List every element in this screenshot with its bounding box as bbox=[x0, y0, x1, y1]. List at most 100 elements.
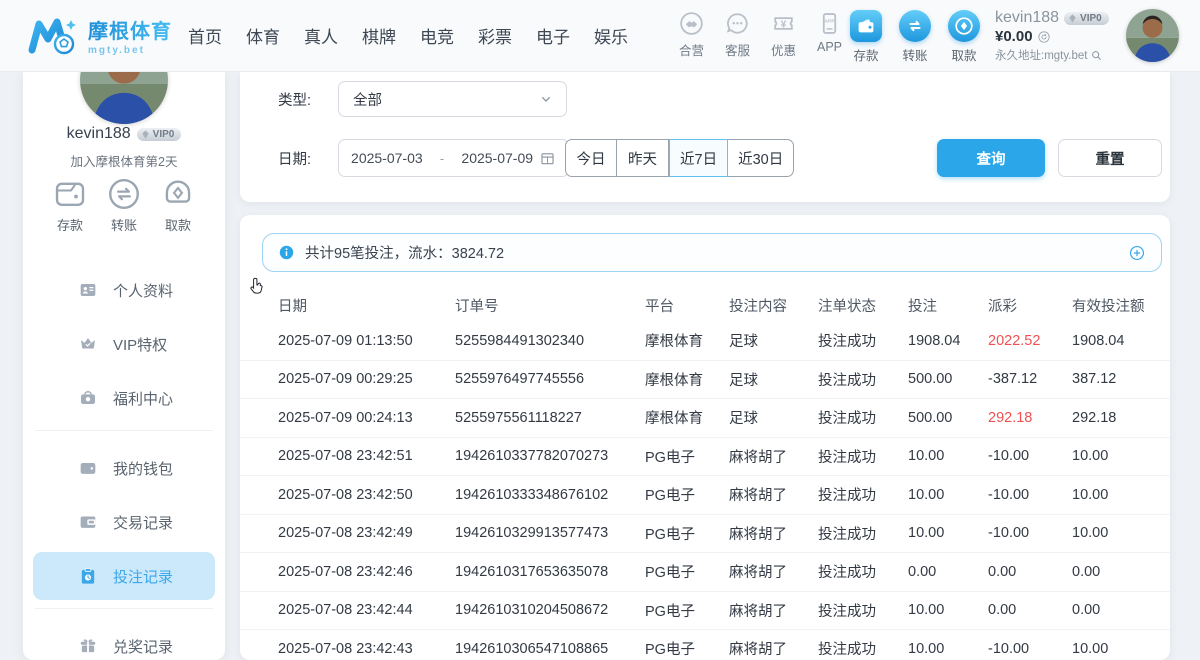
info-icon bbox=[278, 244, 295, 261]
column-header: 派彩 bbox=[988, 295, 1072, 316]
expand-plus-icon[interactable] bbox=[1128, 244, 1146, 262]
sidebar-item-profile[interactable]: 个人资料 bbox=[33, 266, 215, 314]
column-header: 日期 bbox=[278, 295, 455, 316]
sidebar-item-redeem-records[interactable]: 兑奖记录 bbox=[33, 622, 215, 660]
cell-payout: -10.00 bbox=[988, 641, 1072, 657]
column-header: 有效投注额 bbox=[1072, 295, 1156, 316]
utility-partner[interactable]: 合营 bbox=[672, 10, 711, 59]
quick-deposit[interactable]: 存款 bbox=[47, 175, 93, 234]
avatar[interactable] bbox=[1126, 9, 1179, 62]
quick-withdraw[interactable]: 取款 bbox=[155, 175, 201, 234]
sidebar-item-transactions[interactable]: 交易记录 bbox=[33, 498, 215, 546]
cell-content: 麻将胡了 bbox=[729, 446, 818, 467]
action-withdraw[interactable]: 取款 bbox=[946, 10, 982, 64]
quick-transfer[interactable]: 转账 bbox=[101, 175, 147, 234]
cell-payout: -10.00 bbox=[988, 448, 1072, 464]
cell-platform: PG电子 bbox=[645, 484, 729, 505]
svg-text:¥: ¥ bbox=[781, 20, 787, 31]
summary-bar: 共计95笔投注，流水：3824.72 bbox=[262, 233, 1162, 272]
utility-support[interactable]: 客服 bbox=[718, 10, 757, 59]
sidebar-item-bet-records[interactable]: 投注记录 bbox=[33, 552, 215, 600]
table-header: 日期订单号平台投注内容注单状态投注派彩有效投注额 bbox=[240, 288, 1170, 322]
nav-item-sports[interactable]: 体育 bbox=[246, 23, 280, 48]
reset-button[interactable]: 重置 bbox=[1058, 139, 1162, 177]
nav-item-casino[interactable]: 娱乐 bbox=[594, 23, 628, 48]
sidebar-item-vip[interactable]: VIP特权 bbox=[33, 320, 215, 368]
username: kevin188 bbox=[995, 9, 1059, 27]
diamond-icon bbox=[1067, 13, 1078, 24]
nav-item-home[interactable]: 首页 bbox=[188, 23, 222, 48]
sidebar-item-benefits[interactable]: 福利中心 bbox=[33, 374, 215, 422]
utility-promo[interactable]: ¥优惠 bbox=[764, 10, 803, 59]
range-today[interactable]: 今日 bbox=[565, 139, 617, 177]
balance: ¥0.00 bbox=[995, 28, 1033, 45]
menu-divider bbox=[35, 608, 213, 609]
cell-content: 足球 bbox=[729, 369, 818, 390]
range-last-7-days[interactable]: 近7日 bbox=[669, 139, 728, 177]
table-row[interactable]: 2025-07-08 23:42:50 1942610333348676102 … bbox=[240, 476, 1170, 515]
table-row[interactable]: 2025-07-08 23:42:44 1942610310204508672 … bbox=[240, 592, 1170, 631]
cell-content: 足球 bbox=[729, 330, 818, 351]
cell-platform: 摩根体育 bbox=[645, 407, 729, 428]
joined-days: 加入摩根体育第2天 bbox=[23, 151, 225, 170]
cell-order-number: 1942610333348676102 bbox=[455, 487, 645, 503]
nav-item-slots[interactable]: 电子 bbox=[536, 23, 570, 48]
nav-item-cards[interactable]: 棋牌 bbox=[362, 23, 396, 48]
user-block[interactable]: kevin188 VIP0 ¥0.00 永久地址:mgty.bet bbox=[995, 9, 1125, 63]
action-transfer[interactable]: 转账 bbox=[897, 10, 933, 64]
range-last-30-days[interactable]: 近30日 bbox=[728, 139, 794, 177]
cell-payout: -10.00 bbox=[988, 525, 1072, 541]
type-select-value: 全部 bbox=[353, 89, 538, 110]
cell-order-number: 5255975561118227 bbox=[455, 410, 645, 426]
calendar-icon[interactable] bbox=[539, 150, 556, 167]
range-yesterday[interactable]: 昨天 bbox=[617, 139, 669, 177]
cell-order-number: 5255976497745556 bbox=[455, 371, 645, 387]
sidebar-menu: 个人资料 VIP特权 福利中心 我的钱包 交易记录 投注记录 兑奖记录 bbox=[33, 266, 215, 660]
type-select[interactable]: 全部 bbox=[338, 81, 567, 117]
cell-content: 麻将胡了 bbox=[729, 638, 818, 659]
search-small-icon[interactable] bbox=[1090, 49, 1103, 62]
withdraw-icon bbox=[952, 14, 976, 38]
table-row[interactable]: 2025-07-08 23:42:49 1942610329913577473 … bbox=[240, 515, 1170, 554]
cell-valid-bet: 1908.04 bbox=[1072, 333, 1156, 349]
cell-bet: 500.00 bbox=[908, 371, 988, 387]
nav-item-lottery[interactable]: 彩票 bbox=[478, 23, 512, 48]
table-row[interactable]: 2025-07-09 01:13:50 5255984491302340 摩根体… bbox=[240, 322, 1170, 361]
table-row[interactable]: 2025-07-08 23:42:43 1942610306547108865 … bbox=[240, 630, 1170, 660]
cell-platform: PG电子 bbox=[645, 638, 729, 659]
date-from: 2025-07-03 bbox=[351, 150, 423, 166]
column-header: 投注内容 bbox=[729, 295, 818, 316]
utility-app[interactable]: APPAPP bbox=[810, 10, 849, 59]
table-row[interactable]: 2025-07-08 23:42:51 1942610337782070273 … bbox=[240, 438, 1170, 477]
table-row[interactable]: 2025-07-09 00:24:13 5255975561118227 摩根体… bbox=[240, 399, 1170, 438]
brand-logo[interactable]: 摩根体育 mgty.bet bbox=[26, 12, 172, 60]
menu-divider bbox=[35, 430, 213, 431]
cell-platform: PG电子 bbox=[645, 561, 729, 582]
date-range-input[interactable]: 2025-07-03 - 2025-07-09 bbox=[338, 139, 569, 177]
nav-item-esports[interactable]: 电竞 bbox=[420, 23, 454, 48]
cell-valid-bet: 0.00 bbox=[1072, 564, 1156, 580]
summary-text: 共计95笔投注，流水：3824.72 bbox=[305, 242, 1118, 263]
navbar: 摩根体育 mgty.bet 首页体育真人棋牌电竞彩票电子娱乐 合营客服¥优惠AP… bbox=[0, 0, 1200, 72]
cell-order-number: 1942610317653635078 bbox=[455, 564, 645, 580]
table-row[interactable]: 2025-07-09 00:29:25 5255976497745556 摩根体… bbox=[240, 361, 1170, 400]
search-button[interactable]: 查询 bbox=[937, 139, 1045, 177]
benefits-icon bbox=[78, 388, 98, 408]
column-header: 注单状态 bbox=[818, 295, 908, 316]
cell-bet: 10.00 bbox=[908, 641, 988, 657]
cell-valid-bet: 0.00 bbox=[1072, 602, 1156, 618]
cell-status: 投注成功 bbox=[818, 446, 908, 467]
nav-item-live[interactable]: 真人 bbox=[304, 23, 338, 48]
sidebar: kevin188 VIP0 加入摩根体育第2天 存款转账取款 个人资料 VIP特… bbox=[23, 72, 225, 660]
table-row[interactable]: 2025-07-08 23:42:46 1942610317653635078 … bbox=[240, 553, 1170, 592]
app-icon: APP bbox=[816, 10, 843, 37]
sidebar-item-wallet[interactable]: 我的钱包 bbox=[33, 444, 215, 492]
column-header: 平台 bbox=[645, 295, 729, 316]
cell-payout: 2022.52 bbox=[988, 333, 1072, 349]
date-to: 2025-07-09 bbox=[461, 150, 533, 166]
brand-mark-icon bbox=[26, 12, 80, 60]
refresh-balance-icon[interactable] bbox=[1037, 30, 1051, 44]
cell-payout: -387.12 bbox=[988, 371, 1072, 387]
action-deposit[interactable]: 存款 bbox=[848, 10, 884, 64]
sidebar-username: kevin188 bbox=[67, 125, 131, 143]
